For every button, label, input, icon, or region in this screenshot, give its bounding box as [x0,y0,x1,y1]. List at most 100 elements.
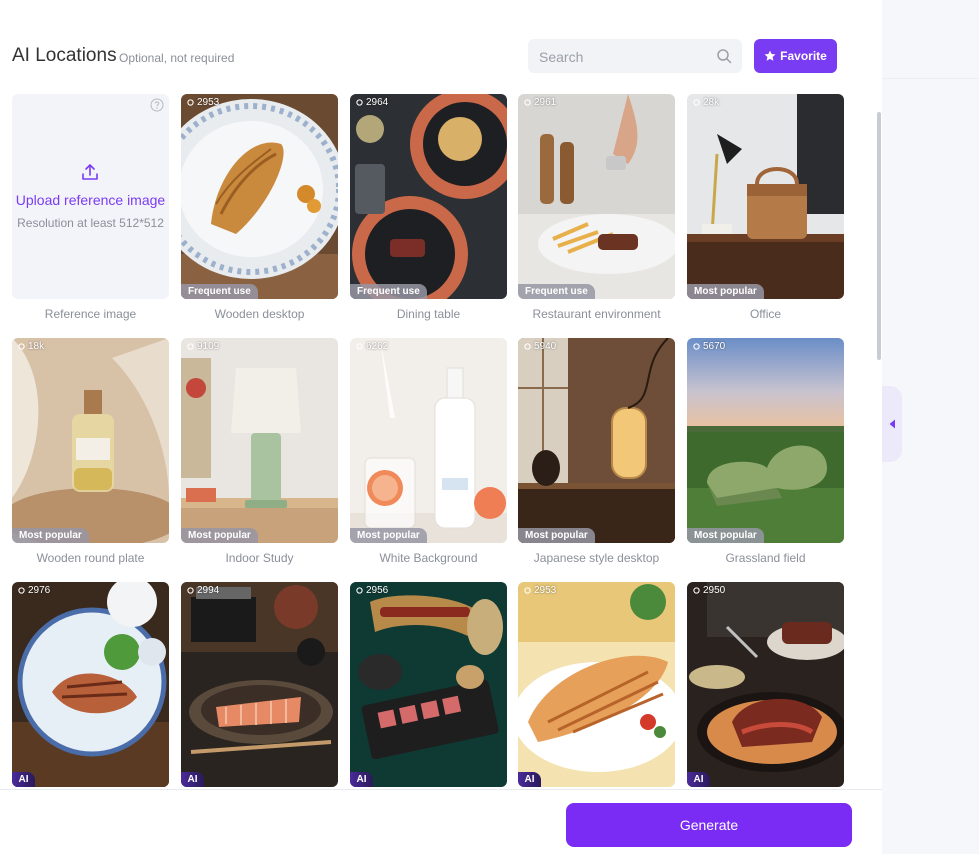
ai-badge: AI [12,772,35,787]
location-thumbnail[interactable]: 2953 Frequent use [181,94,338,299]
croissant-image [181,94,338,299]
grilled-fish-image [12,582,169,787]
location-thumbnail[interactable]: 9109 Most popular [181,338,338,543]
dining-table-image [350,94,507,299]
usage-icon [693,587,700,594]
scrollbar-thumb[interactable] [877,112,881,360]
upload-label: Reference image [44,307,137,321]
location-thumbnail[interactable]: 2961 Frequent use [518,94,675,299]
upload-icon [82,164,98,180]
help-icon[interactable] [150,98,164,112]
usage-icon [356,343,363,350]
usage-count: 2961 [524,97,556,108]
search-icon[interactable] [716,48,732,64]
location-thumbnail[interactable]: 2953 AI [518,582,675,787]
location-thumbnail[interactable]: 28k Most popular [687,94,844,299]
usage-count: 28k [693,97,719,108]
usage-count: 2964 [356,97,388,108]
location-label: Japanese style desktop [533,551,660,565]
location-thumbnail[interactable]: 2964 Frequent use [350,94,507,299]
usage-count: 2956 [356,585,388,596]
usage-count: 2976 [18,585,50,596]
usage-icon [524,587,531,594]
star-icon [764,50,776,61]
status-badge: Most popular [518,528,595,543]
location-thumbnail[interactable]: 2950 AI [687,582,844,787]
skewers-image [350,582,507,787]
status-badge: Frequent use [350,284,427,299]
location-label: Wooden desktop [214,307,305,321]
usage-count: 6262 [356,341,388,352]
status-badge: Most popular [687,284,764,299]
location-label: White Background [379,551,478,565]
usage-icon [693,99,700,106]
salmon-fillet-image [518,582,675,787]
generate-button[interactable]: Generate [566,803,852,847]
usage-icon [524,343,531,350]
favorite-label: Favorite [780,49,827,63]
page-subtitle: Optional, not required [119,51,235,65]
japanese-lantern-image [518,338,675,543]
location-thumbnail[interactable]: 5940 Most popular [518,338,675,543]
status-badge: Most popular [12,528,89,543]
usage-count: 2994 [187,585,219,596]
usage-count: 5940 [524,341,556,352]
favorite-button[interactable]: Favorite [754,39,837,73]
location-label: Dining table [396,307,461,321]
search-input[interactable] [537,39,711,75]
collapse-panel-button[interactable] [882,386,902,462]
perfume-bottle-image [12,338,169,543]
ai-badge: AI [518,772,541,787]
usage-icon [356,99,363,106]
usage-count: 9109 [187,341,219,352]
location-thumbnail[interactable]: 18k Most popular [12,338,169,543]
status-badge: Most popular [350,528,427,543]
status-badge: Most popular [181,528,258,543]
location-thumbnail[interactable]: 6262 Most popular [350,338,507,543]
status-badge: Frequent use [518,284,595,299]
footer-bar: Generate [0,789,882,854]
steak-image [687,582,844,787]
usage-count: 5670 [693,341,725,352]
restaurant-image [518,94,675,299]
ai-badge: AI [687,772,710,787]
white-background-image [350,338,507,543]
usage-icon [693,343,700,350]
upload-title: Upload reference image [15,192,166,208]
upload-reference-button[interactable]: Upload reference image Resolution at lea… [12,94,169,299]
usage-count: 2953 [187,97,219,108]
location-thumbnail[interactable]: 2994 AI [181,582,338,787]
usage-icon [18,587,25,594]
usage-icon [187,587,194,594]
usage-icon [18,343,25,350]
usage-icon [524,99,531,106]
office-image [687,94,844,299]
location-thumbnail[interactable]: 2976 AI [12,582,169,787]
location-thumbnail[interactable]: 2956 AI [350,582,507,787]
status-badge: Frequent use [181,284,258,299]
usage-icon [187,343,194,350]
location-thumbnail[interactable]: 5670 Most popular [687,338,844,543]
grassland-image [687,338,844,543]
status-badge: Most popular [687,528,764,543]
usage-count: 2950 [693,585,725,596]
ai-badge: AI [181,772,204,787]
usage-icon [356,587,363,594]
chevron-left-icon [889,419,895,429]
lamp-image [181,338,338,543]
location-label: Indoor Study [225,551,294,565]
ai-badge: AI [350,772,373,787]
location-label: Office [749,307,782,321]
salmon-plate-image [181,582,338,787]
upload-subtitle: Resolution at least 512*512 [17,216,164,230]
location-label: Wooden round plate [36,551,145,565]
usage-count: 2953 [524,585,556,596]
location-label: Restaurant environment [532,307,661,321]
usage-icon [187,99,194,106]
location-label: Grassland field [725,551,806,565]
search-box[interactable] [528,39,742,75]
usage-count: 18k [18,341,44,352]
divider [882,78,979,79]
panel-header: AI Locations Optional, not required Favo… [12,38,882,75]
location-panel: AI Locations Optional, not required Favo… [0,0,882,854]
